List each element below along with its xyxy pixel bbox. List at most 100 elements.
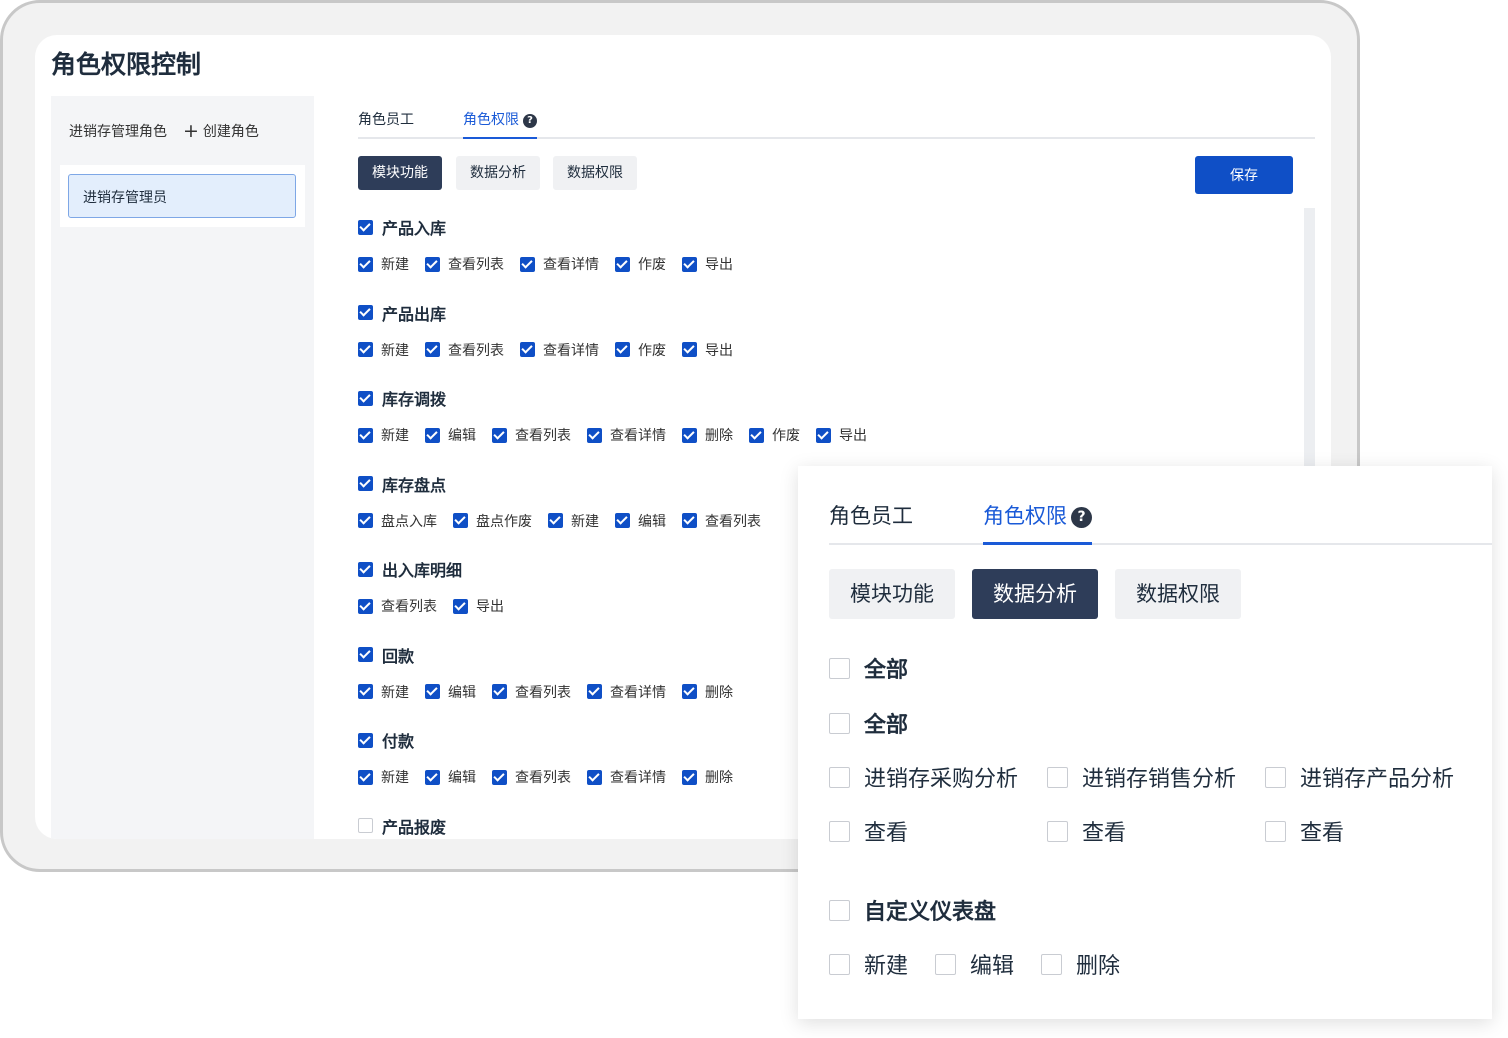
checkbox-checked[interactable] — [749, 427, 764, 443]
group-title[interactable]: 产品入库 — [358, 215, 1298, 239]
permission-item[interactable]: 查看列表 — [682, 511, 761, 531]
permission-item[interactable]: 新建 — [358, 254, 409, 274]
checkbox-checked[interactable] — [425, 342, 440, 357]
help-icon[interactable]: ? — [523, 114, 537, 128]
permission-item[interactable]: 导出 — [453, 596, 504, 616]
dashboard-delete[interactable]: 删除 — [1041, 948, 1120, 980]
view-product[interactable]: 查看 — [1265, 815, 1344, 847]
checkbox-checked[interactable] — [453, 598, 468, 614]
checkbox-checked[interactable] — [587, 684, 602, 699]
permission-item[interactable]: 导出 — [682, 254, 733, 274]
tab-role-staff[interactable]: 角色员工 — [358, 109, 414, 139]
overlay-tab-role-permission[interactable]: 角色权限? — [983, 500, 1092, 545]
help-icon[interactable]: ? — [1071, 507, 1092, 528]
permission-item[interactable]: 编辑 — [425, 682, 476, 702]
permission-item[interactable]: 删除 — [682, 767, 733, 787]
checkbox-checked[interactable] — [615, 513, 630, 528]
checkbox[interactable] — [829, 820, 850, 842]
checkbox-checked[interactable] — [682, 256, 697, 272]
checkbox-checked[interactable] — [358, 305, 373, 320]
create-role-button[interactable]: + 创建角色 — [183, 121, 259, 141]
permission-item[interactable]: 盘点作废 — [453, 511, 532, 531]
dashboard-edit[interactable]: 编辑 — [935, 948, 1041, 980]
checkbox-checked[interactable] — [492, 684, 507, 699]
checkbox-checked[interactable] — [682, 342, 697, 357]
permission-item[interactable]: 查看列表 — [358, 596, 437, 616]
checkbox-checked[interactable] — [682, 769, 697, 785]
permission-item[interactable]: 新建 — [358, 767, 409, 787]
all-checkbox-item[interactable]: 全部 — [829, 652, 908, 684]
permission-item[interactable]: 查看列表 — [492, 767, 571, 787]
permission-item[interactable]: 查看列表 — [492, 425, 571, 445]
checkbox-checked[interactable] — [358, 427, 373, 443]
permission-item[interactable]: 编辑 — [425, 767, 476, 787]
permission-item[interactable]: 查看详情 — [587, 767, 666, 787]
checkbox-checked[interactable] — [425, 684, 440, 699]
permission-item[interactable]: 导出 — [682, 340, 733, 360]
checkbox-checked[interactable] — [682, 427, 697, 443]
checkbox[interactable] — [1041, 953, 1062, 975]
permission-item[interactable]: 查看详情 — [520, 254, 599, 274]
permission-item[interactable]: 查看详情 — [587, 425, 666, 445]
checkbox[interactable] — [829, 953, 850, 975]
permission-item[interactable]: 导出 — [816, 425, 867, 445]
checkbox-checked[interactable] — [358, 219, 373, 235]
analysis-sales[interactable]: 进销存销售分析 — [1047, 761, 1265, 793]
view-sales[interactable]: 查看 — [1047, 815, 1265, 847]
group-title[interactable]: 库存调拨 — [358, 386, 1298, 410]
permission-item[interactable]: 新建 — [548, 511, 599, 531]
permission-item[interactable]: 删除 — [682, 682, 733, 702]
permission-item[interactable]: 查看详情 — [587, 682, 666, 702]
checkbox-checked[interactable] — [425, 256, 440, 272]
permission-item[interactable]: 删除 — [682, 425, 733, 445]
checkbox-checked[interactable] — [358, 598, 373, 614]
checkbox-checked[interactable] — [358, 684, 373, 699]
view-purchase[interactable]: 查看 — [829, 815, 1047, 847]
subtab-data-analysis[interactable]: 数据分析 — [456, 156, 540, 190]
checkbox-checked[interactable] — [358, 647, 373, 662]
checkbox-checked[interactable] — [682, 513, 697, 528]
save-button[interactable]: 保存 — [1195, 156, 1293, 194]
all-checkbox-item[interactable]: 全部 — [829, 707, 908, 739]
checkbox-checked[interactable] — [520, 256, 535, 272]
checkbox-checked[interactable] — [358, 342, 373, 357]
analysis-purchase[interactable]: 进销存采购分析 — [829, 761, 1047, 793]
checkbox[interactable] — [1047, 820, 1068, 842]
tab-role-permission[interactable]: 角色权限? — [463, 109, 537, 139]
permission-item[interactable]: 作废 — [615, 254, 666, 274]
checkbox-checked[interactable] — [520, 342, 535, 357]
checkbox-checked[interactable] — [425, 769, 440, 785]
permission-item[interactable]: 查看列表 — [492, 682, 571, 702]
checkbox-checked[interactable] — [358, 769, 373, 785]
checkbox[interactable] — [829, 657, 850, 679]
checkbox[interactable] — [1047, 766, 1068, 788]
permission-item[interactable]: 作废 — [749, 425, 800, 445]
checkbox-checked[interactable] — [358, 256, 373, 272]
checkbox[interactable] — [1265, 766, 1286, 788]
permission-item[interactable]: 查看列表 — [425, 340, 504, 360]
checkbox-checked[interactable] — [453, 513, 468, 528]
permission-item[interactable]: 新建 — [358, 340, 409, 360]
checkbox-checked[interactable] — [615, 342, 630, 357]
dashboard-create[interactable]: 新建 — [829, 948, 935, 980]
analysis-product[interactable]: 进销存产品分析 — [1265, 761, 1454, 793]
permission-item[interactable]: 查看列表 — [425, 254, 504, 274]
checkbox-checked[interactable] — [492, 769, 507, 785]
checkbox-checked[interactable] — [816, 427, 831, 443]
group-title[interactable]: 产品出库 — [358, 301, 1298, 325]
checkbox-checked[interactable] — [358, 476, 373, 491]
permission-item[interactable]: 新建 — [358, 425, 409, 445]
checkbox[interactable] — [935, 953, 956, 975]
checkbox[interactable] — [829, 899, 850, 921]
role-item-selected[interactable]: 进销存管理员 — [68, 174, 296, 218]
checkbox-checked[interactable] — [358, 561, 373, 577]
checkbox-checked[interactable] — [492, 427, 507, 443]
subtab-data-permission[interactable]: 数据权限 — [553, 156, 637, 190]
checkbox[interactable] — [1265, 820, 1286, 842]
checkbox-checked[interactable] — [358, 390, 373, 406]
checkbox-checked[interactable] — [587, 769, 602, 785]
permission-item[interactable]: 新建 — [358, 682, 409, 702]
overlay-tab-role-staff[interactable]: 角色员工 — [829, 500, 913, 545]
checkbox-checked[interactable] — [682, 684, 697, 699]
checkbox[interactable] — [829, 712, 850, 734]
